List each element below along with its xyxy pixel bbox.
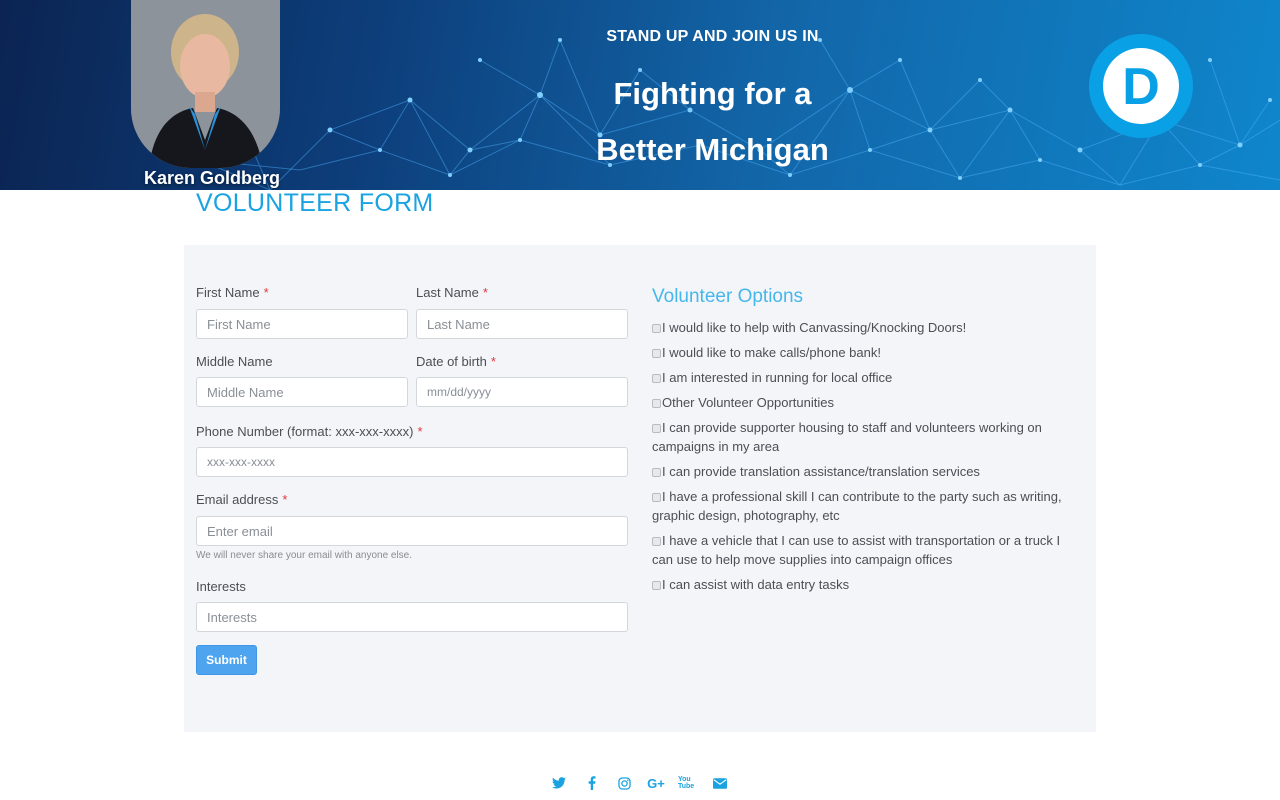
candidate-portrait-image [131,0,280,168]
volunteer-option: I would like to make calls/phone bank! [652,343,1084,362]
middle-name-label-text: Middle Name [196,354,273,369]
required-marker: * [417,424,423,439]
page-title: VOLUNTEER FORM [196,189,434,217]
interests-label: Interests [196,579,246,594]
checkbox[interactable] [652,493,661,502]
dob-label: Date of birth * [416,354,496,369]
google-plus-icon[interactable]: G+ [646,773,666,793]
volunteer-option-label: I am interested in running for local off… [662,370,893,385]
email-label: Email address * [196,492,287,507]
volunteer-option-label: I have a vehicle that I can use to assis… [652,533,1061,567]
first-name-label-text: First Name [196,285,260,300]
required-marker: * [490,354,496,369]
volunteer-option: I can provide translation assistance/tra… [652,462,1084,481]
submit-button[interactable]: Submit [196,645,257,675]
volunteer-options-list: I would like to help with Canvassing/Kno… [652,318,1084,600]
phone-input[interactable] [196,447,628,477]
youtube-text: You Tube [678,776,695,790]
header-banner: Karen Goldberg STAND UP AND JOIN US IN F… [0,0,1280,190]
instagram-icon[interactable] [614,773,634,793]
volunteer-options-title: Volunteer Options [652,286,804,307]
candidate-portrait [131,0,280,168]
facebook-icon[interactable] [582,773,602,793]
volunteer-option-label: I can provide supporter housing to staff… [652,420,1042,454]
dob-input[interactable] [416,377,628,407]
dob-label-text: Date of birth [416,354,487,369]
volunteer-option: I can provide supporter housing to staff… [652,418,1084,456]
checkbox[interactable] [652,324,661,333]
checkbox[interactable] [652,468,661,477]
twitter-icon[interactable] [549,773,569,793]
volunteer-option-label: I would like to help with Canvassing/Kno… [662,320,967,335]
volunteer-option: I would like to help with Canvassing/Kno… [652,318,1084,337]
volunteer-option-label: Other Volunteer Opportunities [662,395,834,410]
volunteer-form-panel: First Name* Last Name* Middle Name Date … [184,245,1096,732]
volunteer-option: I can assist with data entry tasks [652,575,1084,594]
volunteer-option-label: I would like to make calls/phone bank! [662,345,881,360]
logo-letter: D [1122,58,1160,116]
checkbox[interactable] [652,537,661,546]
middle-name-label: Middle Name [196,354,273,369]
checkbox[interactable] [652,399,661,408]
interests-input[interactable] [196,602,628,632]
email-input[interactable] [196,516,628,546]
social-links: G+ You Tube [549,773,732,793]
logo-graphic: D [1089,34,1193,138]
banner-headline: Fighting for a Better Michigan [560,66,865,178]
middle-name-input[interactable] [196,377,408,407]
headline-line-2: Better Michigan [596,132,829,167]
volunteer-option: I have a professional skill I can contri… [652,487,1084,525]
banner-tagline: STAND UP AND JOIN US IN [606,28,819,45]
headline-line-1: Fighting for a [613,76,812,111]
phone-label: Phone Number (format: xxx-xxx-xxxx) * [196,424,423,439]
last-name-label-text: Last Name [416,285,479,300]
volunteer-option: Other Volunteer Opportunities [652,393,1084,412]
required-marker: * [263,285,269,300]
checkbox[interactable] [652,581,661,590]
checkbox[interactable] [652,374,661,383]
email-help-text: We will never share your email with anyo… [196,550,413,561]
volunteer-option: I have a vehicle that I can use to assis… [652,531,1084,569]
youtube-icon[interactable]: You Tube [678,773,698,793]
candidate-name: Karen Goldberg [144,168,281,188]
checkbox[interactable] [652,349,661,358]
email-label-text: Email address [196,492,279,507]
democrat-d-logo-icon[interactable]: D [1088,33,1194,139]
interests-label-text: Interests [196,579,246,594]
first-name-label: First Name * [196,285,269,300]
phone-label-text: Phone Number (format: xxx-xxx-xxxx) [196,424,414,439]
volunteer-option-label: I can assist with data entry tasks [662,577,850,592]
first-name-input[interactable] [196,309,408,339]
required-marker: * [282,492,288,507]
last-name-label: Last Name * [416,285,488,300]
volunteer-option-label: I have a professional skill I can contri… [652,489,1062,523]
last-name-input[interactable] [416,309,628,339]
volunteer-option-label: I can provide translation assistance/tra… [662,464,980,479]
volunteer-option: I am interested in running for local off… [652,368,1084,387]
checkbox[interactable] [652,424,661,433]
email-icon[interactable] [710,773,730,793]
required-marker: * [482,285,488,300]
